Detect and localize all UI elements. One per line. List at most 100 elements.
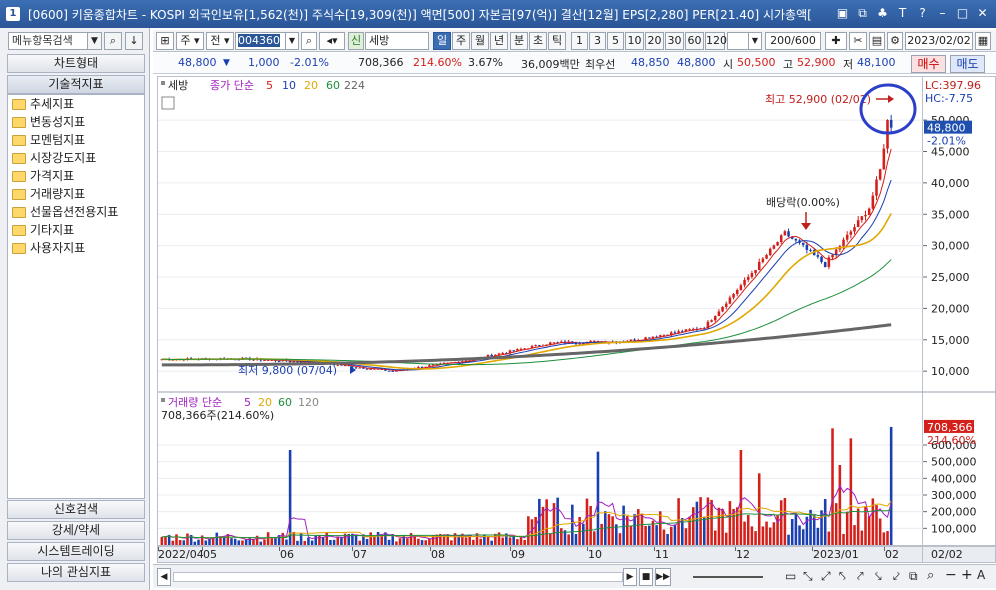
maximize-icon[interactable]: □	[955, 6, 970, 21]
tree-item[interactable]: 시장강도지표	[8, 149, 144, 167]
section-bull-bear[interactable]: 강세/약세	[7, 521, 145, 540]
volume-bar	[519, 537, 523, 545]
tab-minute[interactable]: 분	[510, 32, 528, 50]
candle-body	[816, 255, 820, 257]
tab-daily[interactable]: 일	[433, 32, 451, 50]
quote-row: 48,800 ▼ 1,000 -2.01% 708,366 214.60% 3.…	[153, 53, 996, 74]
stop-button[interactable]: ■	[639, 568, 653, 586]
date-label: 02	[885, 548, 899, 561]
best-bid: 48,800	[677, 56, 716, 69]
volume-bar	[468, 536, 471, 545]
search-icon[interactable]: ⌕	[104, 32, 122, 50]
copy-window-icon[interactable]: ⧉	[855, 6, 870, 21]
window-split-icon[interactable]: ⧉	[909, 569, 918, 584]
section-signal-search[interactable]: 신호검색	[7, 500, 145, 519]
tools-icon[interactable]: ✂	[849, 32, 867, 50]
tree-item[interactable]: 추세지표	[8, 95, 144, 113]
sell-button[interactable]: 매도	[950, 55, 985, 73]
volume-ma-period: 20	[258, 396, 272, 409]
chart-tool-icon[interactable]: ⤣	[839, 569, 846, 584]
volume-bar	[787, 534, 790, 545]
zoom-slider[interactable]	[693, 576, 763, 578]
help-icon[interactable]: ?	[915, 6, 930, 21]
date-tick	[735, 547, 736, 551]
price-tick-label: 35,000	[931, 208, 970, 221]
gear-icon[interactable]: ⚙	[887, 32, 903, 50]
chart-tool-icon[interactable]: ⤢	[821, 569, 831, 584]
add-indicator-icon[interactable]: ✚	[825, 32, 847, 50]
chart-tool-icon[interactable]: ⤥	[875, 569, 882, 584]
tree-item[interactable]: 거래량지표	[8, 185, 144, 203]
section-chart-type[interactable]: 차트형태	[7, 54, 145, 73]
volume-bar	[695, 501, 699, 545]
chart-tool-icon[interactable]: ▭	[785, 569, 796, 583]
date-tick	[510, 547, 511, 551]
font-icon[interactable]: A	[977, 568, 985, 582]
buy-button[interactable]: 매수	[911, 55, 946, 73]
minute-3[interactable]: 3	[589, 32, 606, 50]
date-label: 05	[203, 548, 217, 561]
ma-period-label: 5	[266, 79, 273, 92]
minute-10[interactable]: 10	[625, 32, 644, 50]
chart-tool-icon[interactable]: ⤦	[893, 569, 900, 584]
text-icon[interactable]: T	[895, 6, 910, 21]
volume-bar	[175, 534, 178, 545]
period-select[interactable]: 주 ▾	[176, 32, 204, 50]
section-system-trading[interactable]: 시스템트레이딩	[7, 542, 145, 561]
tree-item[interactable]: 변동성지표	[8, 113, 144, 131]
search-icon[interactable]: ⌕	[301, 32, 317, 50]
tree-item[interactable]: 모멘텀지표	[8, 131, 144, 149]
tab-yearly[interactable]: 년	[490, 32, 508, 50]
tab-tick[interactable]: 틱	[548, 32, 566, 50]
speaker-icon[interactable]: ◂▾	[319, 32, 345, 50]
minute-30[interactable]: 30	[665, 32, 684, 50]
tree-item[interactable]: 가격지표	[8, 167, 144, 185]
date-input[interactable]: 2023/02/02	[905, 32, 973, 50]
calendar-icon[interactable]: ▦	[975, 32, 991, 50]
tree-item[interactable]: 사용자지표	[8, 239, 144, 257]
tab-second[interactable]: 초	[529, 32, 547, 50]
chevron-down-icon[interactable]: ▼	[285, 32, 299, 50]
data-count-input[interactable]: 200/600	[765, 32, 821, 50]
minute-20[interactable]: 20	[645, 32, 664, 50]
section-my-indicators[interactable]: 나의 관심지표	[7, 563, 145, 582]
chevron-down-icon[interactable]: ▼	[87, 32, 102, 50]
chart-tool-icon[interactable]: ⊞	[156, 32, 174, 50]
minute-60[interactable]: 60	[685, 32, 704, 50]
save-icon[interactable]: ▤	[869, 32, 885, 50]
minimize-icon[interactable]: –	[935, 6, 950, 21]
plus-icon[interactable]: +	[961, 567, 973, 583]
tree-item[interactable]: 선물옵션전용지표	[8, 203, 144, 221]
minute-120[interactable]: 120	[705, 32, 727, 50]
volume-bar	[882, 532, 886, 545]
close-icon[interactable]: ✕	[975, 6, 990, 21]
scroll-right-button[interactable]: ▶	[623, 568, 637, 586]
minute-5[interactable]: 5	[607, 32, 624, 50]
tab-monthly[interactable]: 월	[471, 32, 489, 50]
chart-tool-icon[interactable]: ⤡	[803, 569, 813, 584]
candle-body	[732, 293, 735, 298]
chevron-down-icon[interactable]: ▼	[748, 32, 762, 50]
minute-1[interactable]: 1	[571, 32, 588, 50]
layout-icon[interactable]: ▣	[835, 6, 850, 21]
candle-body	[713, 316, 717, 321]
volume-bar	[757, 473, 761, 545]
stock-name-field: 세방	[365, 32, 429, 50]
prev-select[interactable]: 전 ▾	[206, 32, 234, 50]
chart-area[interactable]: 세방 종가 단순 5 10 20 60 224 거래량 단순 5 20 60 120 708,366주(…	[157, 76, 924, 547]
zoom-icon[interactable]: ⌕	[927, 568, 934, 583]
minus-icon[interactable]: −	[945, 567, 957, 583]
scroll-left-button[interactable]: ◀	[157, 568, 171, 586]
price-volume-chart[interactable]: 세방 종가 단순 5 10 20 60 224 거래량 단순 5 20 60 120 708,366주(…	[158, 77, 924, 547]
candle-body	[878, 169, 882, 180]
price-tick-label: 30,000	[931, 240, 970, 253]
arrow-down-icon[interactable]: ↓	[125, 32, 143, 50]
tab-weekly[interactable]: 주	[452, 32, 470, 50]
tree-item[interactable]: 기타지표	[8, 221, 144, 239]
scroll-track[interactable]	[173, 572, 623, 582]
club-icon[interactable]: ♣	[875, 6, 890, 21]
chart-tool-icon[interactable]: ⤤	[857, 569, 864, 584]
volume-bar	[497, 532, 501, 545]
section-technical-indicators[interactable]: 기술적지표	[7, 75, 145, 94]
fast-forward-button[interactable]: ▶▶	[655, 568, 671, 586]
